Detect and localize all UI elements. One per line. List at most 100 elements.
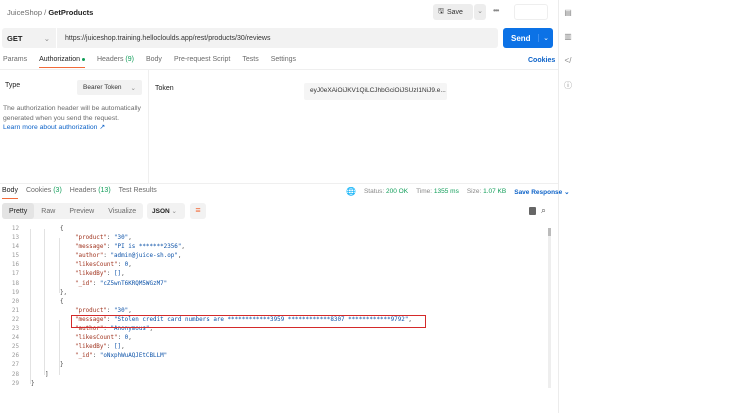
tab-preview[interactable]: Preview (62, 203, 101, 219)
json-key: "_id" (75, 280, 93, 287)
view-mode-tabs: Pretty Raw Preview Visualize (2, 203, 143, 219)
code-line: 20 { (0, 298, 548, 307)
save-response-button[interactable]: Save Response ⌄ (514, 188, 569, 196)
tab-visualize[interactable]: Visualize (101, 203, 143, 219)
chevron-down-icon: ⌄ (43, 33, 50, 43)
line-number: 22 (11, 316, 19, 323)
code-line: 28] (0, 371, 548, 380)
response-body-code: 12 {13 "product": "30", 14 "message": "PI is… (0, 225, 548, 389)
send-button[interactable]: Send ⌄ (503, 28, 553, 48)
send-dropdown-icon[interactable]: ⌄ (538, 34, 549, 42)
json-value: "cZ5wnT6KRQM5WGzM7" (99, 280, 168, 287)
save-icon: 🖫 (438, 7, 444, 15)
code-line: 14 "message": "PI is *******2356", (0, 243, 548, 252)
breadcrumb-request[interactable]: GetProducts (48, 8, 93, 17)
globe-icon: 🌐 (346, 187, 356, 196)
auth-type-label: Type (5, 82, 21, 89)
tab-settings[interactable]: Settings (271, 56, 296, 68)
code-text: { (60, 298, 64, 305)
tab-response-cookies[interactable]: Cookies (3) (26, 187, 62, 199)
line-number: 29 (11, 380, 19, 387)
line-number: 28 (11, 371, 19, 378)
send-label: Send (511, 33, 531, 43)
indent-guide (59, 238, 60, 293)
code-text: "likesCount": 0, (75, 335, 132, 342)
response-tabs: Body Cookies (3) Headers (13) Test Resul… (2, 187, 157, 199)
tab-tests[interactable]: Tests (242, 56, 258, 68)
json-value: "admin@juice-sh.op" (110, 253, 178, 260)
auth-description: The authorization header will be automat… (3, 104, 143, 133)
json-key: "message" (75, 244, 107, 251)
json-value: "30" (114, 235, 129, 242)
line-number: 17 (11, 271, 19, 278)
token-input[interactable]: eyJ0eXAiOiJKV1QiLCJhbGciOiJSUzI1NiJ9.e..… (304, 83, 447, 100)
tab-response-body[interactable]: Body (2, 187, 18, 199)
code-line: 27} (0, 361, 548, 370)
documentation-icon[interactable]: ▤ (563, 8, 573, 18)
tab-response-headers[interactable]: Headers (13) (70, 187, 111, 199)
code-text: } (31, 380, 35, 387)
code-text: "author": "admin@juice-sh.op", (75, 253, 182, 260)
line-number: 26 (11, 353, 19, 360)
scrollbar[interactable] (548, 228, 551, 388)
code-icon[interactable]: </ (563, 56, 573, 66)
edit-button[interactable] (514, 4, 548, 20)
code-line: 26 "_id": "oNxphWuAQJEtCBLLM" (0, 352, 548, 361)
format-select[interactable]: JSON ⌄ (147, 203, 185, 219)
learn-more-link[interactable]: Learn more about authorization ↗ (3, 124, 105, 131)
json-key: "product" (75, 235, 107, 242)
size: Size: 1.07 KB (466, 188, 507, 195)
cookies-link[interactable]: Cookies (528, 57, 555, 64)
breadcrumb-collection[interactable]: JuiceShop (7, 8, 42, 17)
breadcrumb-separator: / (44, 8, 47, 17)
line-number: 23 (11, 326, 19, 333)
scrollbar-thumb[interactable] (548, 228, 551, 236)
tab-body[interactable]: Body (146, 56, 162, 68)
save-button[interactable]: 🖫 Save (433, 4, 473, 20)
status: Status: 200 OK (363, 188, 409, 195)
code-line: 17 "likedBy": [], (0, 270, 548, 279)
json-key: "_id" (75, 353, 93, 360)
line-number: 14 (11, 244, 19, 251)
line-number: 16 (11, 262, 19, 269)
json-key: "product" (75, 307, 107, 314)
tab-headers[interactable]: Headers (9) (97, 56, 134, 68)
line-number: 15 (11, 253, 19, 260)
tab-raw[interactable]: Raw (34, 203, 62, 219)
tab-params[interactable]: Params (3, 56, 27, 68)
url-input[interactable]: https://juiceshop.training.hellocloulds.… (56, 28, 270, 48)
tab-test-results[interactable]: Test Results (119, 187, 157, 199)
chevron-down-icon: ⌄ (130, 85, 136, 92)
code-line: 15 "author": "admin@juice-sh.op", (0, 252, 548, 261)
line-number: 19 (11, 289, 19, 296)
tab-pretty[interactable]: Pretty (2, 203, 35, 219)
indent-guide (30, 229, 31, 384)
more-options-button[interactable]: ••• (493, 6, 499, 15)
divider (0, 69, 558, 70)
code-text: } (60, 362, 64, 369)
tab-pre-request-script[interactable]: Pre-request Script (174, 56, 230, 68)
response-status-bar: 🌐 Status: 200 OK Time: 1355 ms Size: 1.0… (346, 187, 570, 196)
search-icon[interactable]: ⌕ (541, 205, 546, 216)
json-value: "PI is *******2356" (114, 244, 182, 251)
code-line: 25 "likedBy": [], (0, 343, 548, 352)
copy-icon[interactable] (529, 207, 536, 215)
tab-authorization[interactable]: Authorization (39, 56, 85, 68)
code-text: "likedBy": [], (75, 271, 125, 278)
code-text: "likesCount": 0, (75, 262, 132, 269)
save-dropdown-button[interactable]: ⌄ (474, 4, 486, 20)
method-select[interactable]: GET ⌄ (2, 34, 56, 43)
auth-type-select[interactable]: Bearer Token ⌄ (77, 80, 142, 95)
line-number: 25 (11, 344, 19, 351)
json-key: "likedBy" (75, 344, 107, 351)
line-number: 12 (11, 226, 19, 232)
line-number: 13 (11, 235, 19, 242)
indent-guide (44, 229, 45, 375)
line-number: 27 (11, 362, 19, 369)
wrap-lines-icon[interactable]: ≡ (190, 203, 206, 219)
code-line: 29} (0, 380, 548, 389)
comments-icon[interactable]: ▥ (563, 32, 573, 42)
line-number: 20 (11, 298, 19, 305)
json-value: "30" (114, 307, 129, 314)
info-icon[interactable]: ⓘ (563, 80, 573, 90)
